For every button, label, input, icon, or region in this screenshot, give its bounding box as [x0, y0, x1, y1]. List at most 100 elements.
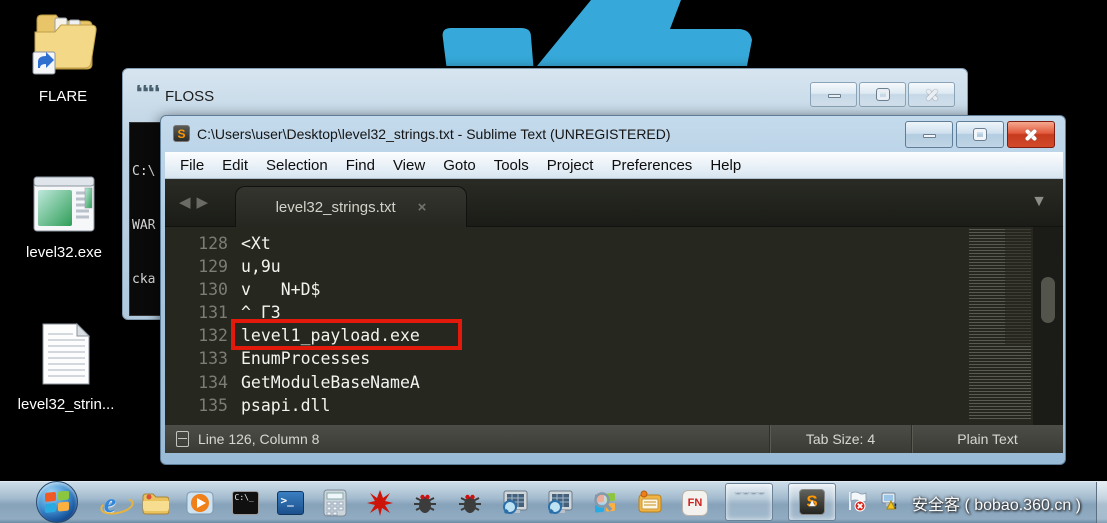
minimap[interactable] — [969, 229, 1031, 421]
line-text: v N+D$ — [241, 278, 320, 301]
system-tray: ▲ 安全客 ( bobao.360.cn ) — [807, 482, 1081, 523]
close-button[interactable] — [908, 82, 955, 107]
scrollbar-thumb[interactable] — [1041, 277, 1055, 323]
minimize-button[interactable] — [810, 82, 857, 107]
folder-shortcut-icon — [25, 4, 101, 80]
debugger-bug-icon[interactable] — [410, 488, 440, 518]
maximize-button[interactable] — [859, 82, 906, 107]
line-text: GetModuleBaseNameA — [241, 371, 420, 394]
editor-line-highlighted: 132level1_payload.exe — [165, 324, 1063, 347]
start-button[interactable] — [36, 481, 78, 523]
windows-magnifier-icon[interactable] — [590, 488, 620, 518]
menu-goto[interactable]: Goto — [434, 154, 485, 177]
status-panel-icon[interactable] — [176, 431, 189, 447]
editor-line: 129 u,9u — [165, 255, 1063, 278]
line-number: 131 — [165, 301, 228, 324]
monitor-magnifier-icon[interactable] — [500, 488, 530, 518]
desktop-icon-level32-exe[interactable]: level32.exe — [14, 174, 114, 261]
editor-line: 131 ^ Γ3 — [165, 301, 1063, 324]
editor-line: 128 <Xt — [165, 232, 1063, 255]
line-text: <Xt — [241, 232, 271, 255]
floss-quotes-icon: ““ — [135, 85, 159, 107]
floss-window-title: FLOSS — [165, 88, 214, 105]
sublime-window: S C:\Users\user\Desktop\level32_strings.… — [160, 115, 1066, 465]
line-number: 130 — [165, 278, 228, 301]
minimize-button[interactable] — [905, 121, 953, 148]
tab-overflow-dropdown-icon[interactable]: ▼ — [1031, 193, 1047, 211]
show-desktop-button[interactable] — [1096, 482, 1107, 523]
editor-line: 135psapi.dll — [165, 394, 1063, 417]
internet-explorer-icon[interactable]: e — [95, 488, 125, 518]
line-number: 133 — [165, 347, 228, 370]
taskbar: e C:\_ >_ — [0, 481, 1107, 523]
tab-size-indicator[interactable]: Tab Size: 4 — [769, 425, 911, 453]
menu-find[interactable]: Find — [337, 154, 384, 177]
line-number: 132 — [165, 324, 228, 347]
action-center-flag-icon[interactable] — [846, 490, 868, 517]
maximize-icon — [877, 89, 889, 100]
powershell-icon[interactable]: >_ — [275, 488, 305, 518]
syntax-indicator[interactable]: Plain Text — [911, 425, 1063, 453]
menu-file[interactable]: File — [171, 154, 213, 177]
desktop: FLARE level32.exe — [0, 0, 1107, 523]
line-text: u,9u — [241, 255, 281, 278]
editor-line: 134GetModuleBaseNameA — [165, 371, 1063, 394]
sublime-titlebar[interactable]: S C:\Users\user\Desktop\level32_strings.… — [173, 125, 671, 142]
tab-back-icon[interactable]: ◀ — [179, 194, 197, 211]
menu-selection[interactable]: Selection — [257, 154, 337, 177]
maximize-button[interactable] — [956, 121, 1004, 148]
minimize-icon — [828, 94, 841, 98]
desktop-icon-level32-strings[interactable]: level32_strin... — [8, 320, 124, 413]
media-player-icon[interactable] — [185, 488, 215, 518]
close-icon — [1023, 127, 1039, 143]
fakenet-icon[interactable]: FN — [680, 488, 710, 518]
tab-bar: ◀▶ level32_strings.txt × ▼ — [165, 179, 1063, 227]
editor-line: 133 EnumProcesses — [165, 347, 1063, 370]
network-warning-icon[interactable] — [879, 490, 901, 517]
desktop-icon-label: level32_strin... — [8, 396, 124, 413]
floss-titlebar[interactable]: ““ FLOSS — [135, 85, 214, 107]
floss-window-controls — [810, 82, 955, 107]
debugger-bug-icon-2[interactable] — [455, 488, 485, 518]
text-file-icon — [37, 320, 95, 388]
tab-close-icon[interactable]: × — [418, 199, 427, 216]
command-prompt-icon[interactable]: C:\_ — [230, 488, 260, 518]
scrollbar-track[interactable] — [1033, 227, 1063, 425]
desktop-icon-flare[interactable]: FLARE — [12, 4, 114, 105]
desktop-icon-label: level32.exe — [14, 244, 114, 261]
minimize-icon — [923, 134, 936, 138]
status-bar: Line 126, Column 8 Tab Size: 4 Plain Tex… — [165, 425, 1063, 453]
menu-preferences[interactable]: Preferences — [602, 154, 701, 177]
menu-view[interactable]: View — [384, 154, 434, 177]
menu-bar: File Edit Selection Find View Goto Tools… — [165, 152, 1063, 179]
menu-help[interactable]: Help — [701, 154, 750, 177]
windows-explorer-icon[interactable] — [140, 488, 170, 518]
sublime-icon: S — [173, 125, 190, 142]
text-editor[interactable]: 128 <Xt 129 u,9u 130 v N+D$ 131 ^ Γ3 132leve… — [165, 227, 1063, 425]
line-text: psapi.dll — [241, 394, 330, 417]
calculator-icon[interactable] — [320, 488, 350, 518]
sublime-window-title: C:\Users\user\Desktop\level32_strings.tx… — [197, 126, 671, 142]
ida-splat-icon[interactable] — [365, 488, 395, 518]
menu-tools[interactable]: Tools — [485, 154, 538, 177]
show-hidden-icons-button[interactable]: ▲ — [807, 498, 817, 509]
line-text: ^ Γ3 — [241, 301, 281, 324]
close-button[interactable] — [1007, 121, 1055, 148]
monitor-magnifier-icon-2[interactable] — [545, 488, 575, 518]
desktop-icon-label: FLARE — [12, 88, 114, 105]
editor-content-area: ◀▶ level32_strings.txt × ▼ 128 <Xt 129 u,9… — [165, 179, 1063, 425]
line-text: EnumProcesses — [241, 347, 370, 370]
sublime-window-controls — [905, 121, 1055, 148]
line-number: 129 — [165, 255, 228, 278]
taskbar-button-floss[interactable]: ““ — [725, 483, 773, 521]
menu-project[interactable]: Project — [538, 154, 603, 177]
tab-forward-icon[interactable]: ▶ — [197, 194, 215, 211]
orange-window-tool-icon[interactable] — [635, 488, 665, 518]
tab-level32-strings[interactable]: level32_strings.txt × — [235, 186, 467, 227]
flare-wallpaper-logo — [0, 0, 1107, 67]
windows-logo-icon — [45, 491, 69, 513]
line-number: 128 — [165, 232, 228, 255]
tab-label: level32_strings.txt — [276, 199, 396, 216]
floss-icon: ““ — [733, 492, 764, 512]
menu-edit[interactable]: Edit — [213, 154, 257, 177]
